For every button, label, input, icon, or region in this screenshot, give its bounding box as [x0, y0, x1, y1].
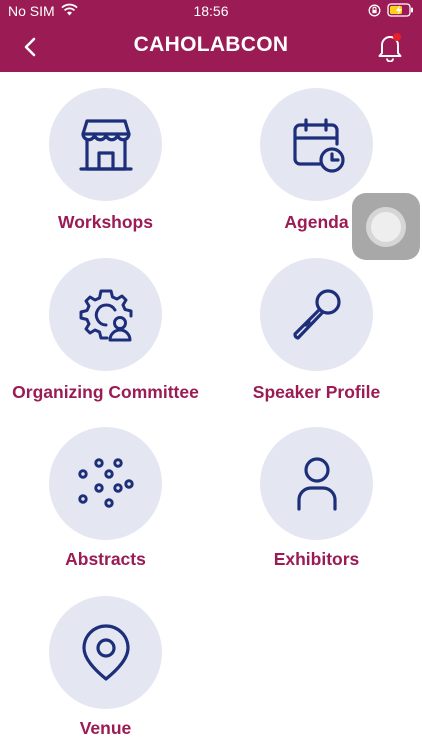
workshops-label: Workshops: [58, 212, 153, 232]
speaker-icon-circle: [260, 258, 373, 371]
assistive-touch-core: [371, 211, 401, 242]
gear-user-icon: [79, 289, 132, 341]
page-title: CAHOLABCON: [133, 33, 289, 56]
status-bar: No SIM 18:56: [0, 0, 422, 22]
nav-bar: CAHOLABCON: [0, 22, 422, 72]
bell-icon: [378, 33, 402, 63]
notifications-button[interactable]: [376, 32, 404, 63]
menu-item-exhibitors[interactable]: Exhibitors: [211, 427, 422, 587]
assistive-touch-button[interactable]: [352, 193, 420, 260]
calendar-clock-icon: [292, 117, 345, 173]
menu-item-abstracts[interactable]: Abstracts: [0, 427, 211, 587]
microphone-icon: [292, 288, 341, 340]
speaker-profile-label: Speaker Profile: [252, 382, 381, 402]
committee-icon-circle: [49, 258, 162, 371]
workshops-icon-circle: [49, 88, 162, 201]
clock: 18:56: [193, 3, 229, 19]
menu-item-speaker-profile[interactable]: Speaker Profile: [211, 258, 422, 418]
abstracts-icon-circle: [49, 427, 162, 540]
menu-item-workshops[interactable]: Workshops: [0, 88, 211, 248]
venue-label: Venue: [79, 718, 132, 738]
exhibitors-icon-circle: [260, 427, 373, 540]
user-icon: [296, 456, 337, 511]
orientation-lock-icon: [368, 4, 381, 20]
menu-item-organizing-committee[interactable]: Organizing Committee: [0, 258, 211, 418]
location-pin-icon: [81, 623, 130, 681]
dots-icon: [77, 457, 134, 508]
organizing-committee-label: Organizing Committee: [12, 382, 199, 402]
exhibitors-label: Exhibitors: [273, 549, 360, 569]
storefront-icon: [78, 118, 133, 171]
agenda-icon-circle: [260, 88, 373, 201]
assistive-touch-ring: [366, 206, 406, 247]
battery-icon: [387, 3, 414, 20]
venue-icon-circle: [49, 596, 162, 709]
abstracts-label: Abstracts: [65, 549, 146, 569]
menu-item-venue[interactable]: Venue: [0, 596, 211, 756]
status-right: [368, 3, 414, 20]
